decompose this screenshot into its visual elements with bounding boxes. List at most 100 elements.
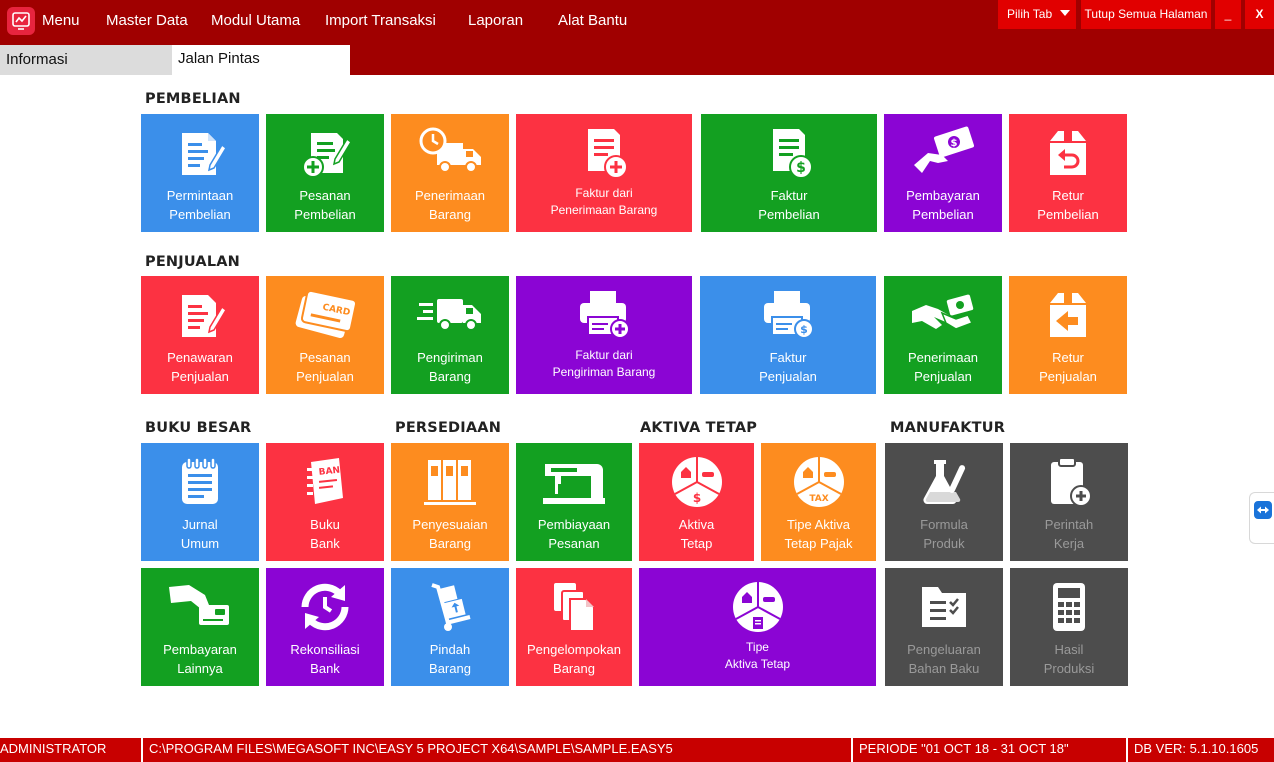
menu-item-master-data[interactable]: Master Data	[106, 12, 188, 30]
svg-text:$: $	[800, 323, 808, 336]
tab-jalan-pintas[interactable]: Jalan Pintas	[172, 45, 350, 75]
tile-label: Perintah Kerja	[1044, 517, 1094, 551]
invoice-add-icon	[516, 124, 692, 182]
svg-text:BANK: BANK	[318, 465, 348, 478]
menu-item-alat-bantu[interactable]: Alat Bantu	[558, 12, 627, 30]
menu-item-import-transaksi[interactable]: Import Transaksi	[325, 12, 436, 30]
pick-tab-dropdown[interactable]: Pilih Tab	[998, 0, 1076, 29]
tile-label: Pengeluaran Bahan Baku	[907, 642, 981, 676]
tile-jurnal-umum[interactable]: Jurnal Umum	[141, 443, 259, 561]
tile-tipe-aktiva-tetap-pajak[interactable]: TAX Tipe Aktiva Tetap Pajak	[761, 443, 876, 561]
tile-label: Penerimaan Barang	[414, 188, 486, 222]
app-logo-icon[interactable]	[7, 7, 35, 35]
hand-card-payment-icon	[141, 578, 259, 636]
tile-rekonsiliasi-bank[interactable]: Rekonsiliasi Bank	[266, 568, 384, 686]
tile-permintaan-pembelian[interactable]: Permintaan Pembelian	[141, 114, 259, 232]
stacked-documents-icon	[516, 578, 632, 636]
tile-faktur-pembelian[interactable]: $ Faktur Pembelian	[701, 114, 877, 232]
hand-truck-boxes-icon	[391, 578, 509, 636]
svg-text:$: $	[796, 160, 806, 176]
section-title-pembelian: PEMBELIAN	[145, 91, 241, 107]
svg-text:$: $	[692, 491, 700, 505]
tile-faktur-dari-penerimaan-barang[interactable]: Faktur dari Penerimaan Barang	[516, 114, 692, 232]
close-button[interactable]: X	[1245, 0, 1274, 29]
tile-pembiayaan-pesanan[interactable]: Pembiayaan Pesanan	[516, 443, 632, 561]
teamviewer-icon	[1254, 501, 1272, 519]
tile-label: Pembayaran Pembelian	[906, 188, 980, 222]
status-period: PERIODE "01 OCT 18 - 31 OCT 18"	[859, 741, 1069, 756]
status-user: ADMINISTRATOR	[0, 741, 107, 756]
reconcile-sync-clock-icon	[266, 578, 384, 636]
tile-label: Tipe Aktiva Tetap	[724, 640, 791, 671]
tile-formula-produk[interactable]: Formula Produk	[885, 443, 1003, 561]
tile-hasil-produksi[interactable]: Hasil Produksi	[1010, 568, 1128, 686]
fixed-assets-pie-icon: $	[639, 453, 754, 511]
tile-faktur-penjualan[interactable]: $ Faktur Penjualan	[700, 276, 876, 394]
menu-button[interactable]: Menu	[42, 12, 80, 30]
tile-label: Retur Pembelian	[1037, 188, 1099, 222]
tile-perintah-kerja[interactable]: Perintah Kerja	[1010, 443, 1128, 561]
tile-retur-penjualan[interactable]: Retur Penjualan	[1009, 276, 1127, 394]
section-title-persediaan: PERSEDIAAN	[395, 420, 502, 436]
delivery-truck-clock-icon	[391, 124, 509, 182]
tile-buku-bank[interactable]: BANK Buku Bank	[266, 443, 384, 561]
tile-label: Permintaan Pembelian	[166, 188, 234, 222]
calculator-icon	[1010, 578, 1128, 636]
binders-shelf-icon	[391, 453, 509, 511]
purchase-order-icon	[266, 124, 384, 182]
tile-label: Pengelompokan Barang	[527, 642, 621, 676]
tile-label: Formula Produk	[920, 517, 968, 551]
section-title-buku-besar: BUKU BESAR	[145, 420, 252, 436]
section-title-manufaktur: MANUFAKTUR	[890, 420, 1006, 436]
tile-pengeluaran-bahan-baku[interactable]: Pengeluaran Bahan Baku	[885, 568, 1003, 686]
asset-type-pie-icon	[639, 578, 876, 636]
status-db-version: DB VER: 5.1.10.1605	[1134, 741, 1259, 756]
svg-text:TAX: TAX	[809, 494, 828, 504]
printer-add-icon	[516, 286, 692, 344]
tile-label: Tipe Aktiva Tetap Pajak	[784, 517, 853, 551]
tile-pengelompokan-barang[interactable]: Pengelompokan Barang	[516, 568, 632, 686]
tile-label: Buku Bank	[310, 517, 340, 551]
folder-checklist-icon	[885, 578, 1003, 636]
fast-delivery-truck-icon	[391, 286, 509, 344]
tile-tipe-aktiva-tetap[interactable]: Tipe Aktiva Tetap	[639, 568, 876, 686]
tile-penyesuaian-barang[interactable]: Penyesuaian Barang	[391, 443, 509, 561]
tile-label: Rekonsiliasi Bank	[290, 642, 360, 676]
handshake-money-icon	[884, 286, 1002, 344]
tile-penerimaan-penjualan[interactable]: Penerimaan Penjualan	[884, 276, 1002, 394]
tile-penawaran-penjualan[interactable]: Penawaran Penjualan	[141, 276, 259, 394]
pick-tab-label: Pilih Tab	[1007, 7, 1053, 21]
tile-label: Penawaran Penjualan	[167, 350, 233, 384]
tile-pembayaran-pembelian[interactable]: $ Pembayaran Pembelian	[884, 114, 1002, 232]
tile-pindah-barang[interactable]: Pindah Barang	[391, 568, 509, 686]
minimize-button[interactable]: _	[1215, 0, 1241, 29]
menu-item-laporan[interactable]: Laporan	[468, 12, 523, 30]
tile-pembayaran-lainnya[interactable]: Pembayaran Lainnya	[141, 568, 259, 686]
chemistry-flask-icon	[885, 453, 1003, 511]
tab-informasi[interactable]: Informasi	[0, 45, 172, 75]
remote-support-widget[interactable]	[1249, 492, 1274, 544]
svg-text:$: $	[951, 138, 958, 149]
tile-pesanan-pembelian[interactable]: Pesanan Pembelian	[266, 114, 384, 232]
tile-label: Jurnal Umum	[180, 517, 220, 551]
tile-label: Faktur dari Penerimaan Barang	[550, 186, 658, 217]
tile-label: Pesanan Penjualan	[296, 350, 354, 384]
tile-aktiva-tetap[interactable]: $ Aktiva Tetap	[639, 443, 754, 561]
close-all-tabs-button[interactable]: Tutup Semua Halaman	[1081, 0, 1211, 29]
clipboard-add-icon	[1010, 453, 1128, 511]
tile-faktur-dari-pengiriman-barang[interactable]: Faktur dari Pengiriman Barang	[516, 276, 692, 394]
tile-pesanan-penjualan[interactable]: CARD Pesanan Penjualan	[266, 276, 384, 394]
payment-hand-cash-icon: $	[884, 124, 1002, 182]
menu-item-modul-utama[interactable]: Modul Utama	[211, 12, 300, 30]
tile-pengiriman-barang[interactable]: Pengiriman Barang	[391, 276, 509, 394]
section-title-aktiva-tetap: AKTIVA TETAP	[640, 420, 758, 436]
tile-label: Hasil Produksi	[1043, 642, 1095, 676]
tile-label: Retur Penjualan	[1039, 350, 1097, 384]
return-box-arrow-icon	[1009, 286, 1127, 344]
sales-quotation-icon	[141, 286, 259, 344]
tile-retur-pembelian[interactable]: Retur Pembelian	[1009, 114, 1127, 232]
tile-label: Penyesuaian Barang	[412, 517, 488, 551]
tile-label: Penerimaan Penjualan	[907, 350, 979, 384]
fixed-assets-tax-icon: TAX	[761, 453, 876, 511]
tile-penerimaan-barang[interactable]: Penerimaan Barang	[391, 114, 509, 232]
